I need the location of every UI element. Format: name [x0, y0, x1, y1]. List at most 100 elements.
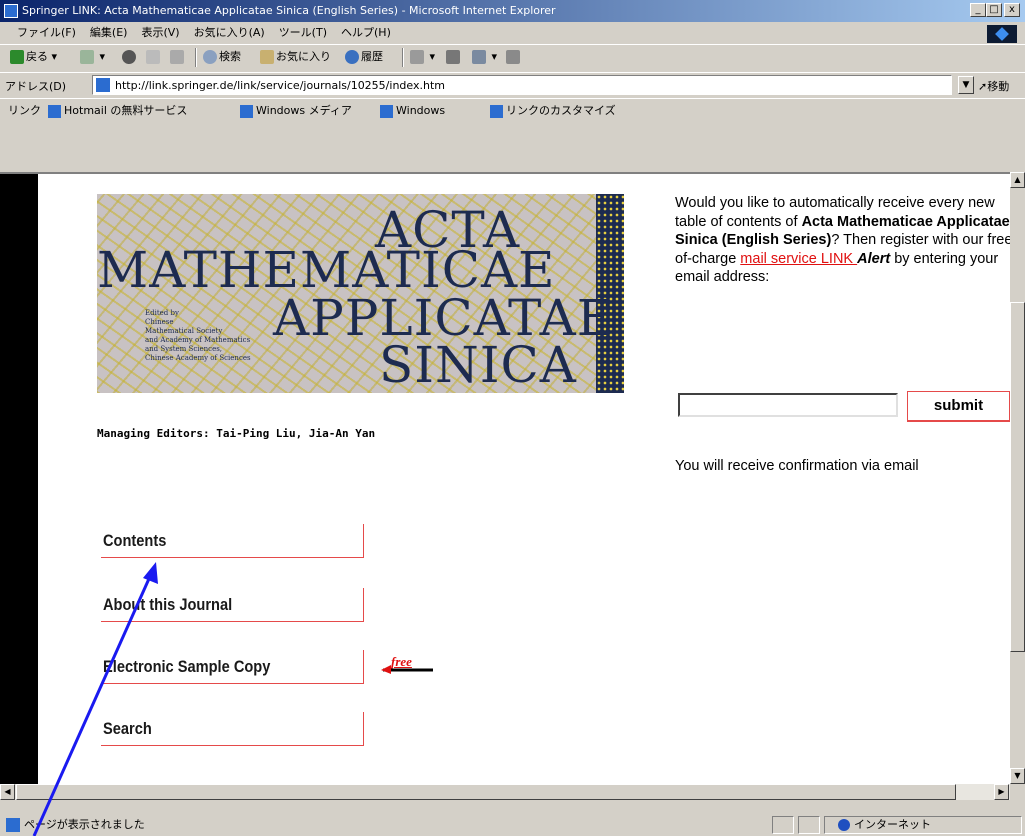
- toolbar: 戻る ▾ ▾ 検索 お気に入り 履歴 ▾ ▾: [0, 44, 1025, 70]
- address-bar: アドレス(D) http://link.springer.de/link/ser…: [0, 72, 1025, 96]
- back-label: 戻る: [26, 50, 48, 63]
- confirmation-text: You will receive confirmation via email: [675, 458, 919, 474]
- menu-help[interactable]: ヘルプ(H): [334, 22, 398, 44]
- history-icon: [345, 50, 359, 64]
- status-panel: [798, 816, 820, 834]
- history-label: 履歴: [361, 50, 383, 63]
- globe-icon: [838, 819, 850, 831]
- favorites-button[interactable]: お気に入り: [260, 45, 331, 69]
- menu-view[interactable]: 表示(V): [134, 22, 186, 44]
- page-content: ACTA MATHEMATICAE APPLICATAE SINICA Edit…: [0, 172, 1010, 784]
- address-dropdown-icon[interactable]: ▼: [958, 76, 974, 94]
- horizontal-scroll-thumb[interactable]: [16, 784, 956, 800]
- toolbar-separator: [195, 48, 197, 67]
- go-button[interactable]: ➚移動: [978, 78, 1009, 94]
- stop-button[interactable]: [122, 45, 138, 69]
- left-black-band: [0, 174, 38, 784]
- window-title: Springer LINK: Acta Mathematicae Applica…: [22, 4, 556, 17]
- link-windows[interactable]: Windows: [380, 99, 445, 123]
- edit-button[interactable]: ▾: [472, 45, 497, 69]
- nav-sample-label: Electronic Sample Copy: [103, 657, 271, 676]
- submit-button[interactable]: submit: [907, 391, 1010, 422]
- link-windows-media[interactable]: Windows メディア: [240, 99, 352, 123]
- ie-page-icon: [48, 104, 61, 118]
- stop-icon: [122, 50, 136, 64]
- favorites-label: お気に入り: [276, 50, 331, 63]
- status-text: ページが表示されました: [24, 818, 145, 831]
- link-customize[interactable]: リンクのカスタマイズ: [490, 99, 616, 123]
- link-customize-label: リンクのカスタマイズ: [506, 104, 616, 117]
- favorites-icon: [260, 50, 274, 64]
- menu-edit[interactable]: 編集(E): [83, 22, 135, 44]
- menu-tools[interactable]: ツール(T): [272, 22, 334, 44]
- ie-page-icon: [240, 104, 253, 118]
- scroll-up-icon[interactable]: ▲: [1010, 172, 1025, 188]
- links-bar: リンク Hotmail の無料サービス Windows メディア Windows…: [0, 98, 1025, 122]
- nav-about-label: About this Journal: [103, 595, 233, 614]
- alert-description: Would you like to automatically receive …: [675, 194, 1010, 287]
- address-url: http://link.springer.de/link/service/jou…: [115, 79, 445, 92]
- browser-window: Springer LINK: Acta Mathematicae Applica…: [0, 0, 1025, 836]
- close-button[interactable]: x: [1004, 3, 1020, 17]
- nav-contents-label: Contents: [103, 531, 167, 550]
- mail-button[interactable]: ▾: [410, 45, 435, 69]
- email-field[interactable]: [678, 393, 898, 417]
- vertical-scrollbar[interactable]: ▲ ▼: [1010, 172, 1025, 784]
- internet-zone: インターネット: [838, 814, 931, 836]
- home-icon: [170, 50, 184, 64]
- free-badge[interactable]: free: [381, 654, 437, 674]
- refresh-button[interactable]: [146, 45, 162, 69]
- link-windows-media-label: Windows メディア: [256, 104, 352, 117]
- ie-throbber-icon: [987, 25, 1017, 43]
- print-icon: [446, 50, 460, 64]
- scroll-down-icon[interactable]: ▼: [1010, 768, 1025, 784]
- nav-search[interactable]: Search: [101, 712, 364, 746]
- journal-banner-image: ACTA MATHEMATICAE APPLICATAE SINICA Edit…: [97, 194, 624, 393]
- search-button[interactable]: 検索: [203, 45, 241, 69]
- nav-electronic-sample-copy[interactable]: Electronic Sample Copy: [101, 650, 364, 684]
- address-input[interactable]: http://link.springer.de/link/service/jou…: [92, 75, 952, 95]
- vertical-scroll-thumb[interactable]: [1010, 302, 1025, 652]
- title-bar: Springer LINK: Acta Mathematicae Applica…: [0, 0, 1025, 22]
- history-button[interactable]: 履歴: [345, 45, 383, 69]
- ie-app-icon: [4, 4, 18, 18]
- menu-favorites[interactable]: お気に入り(A): [187, 22, 272, 44]
- back-button[interactable]: 戻る ▾: [10, 45, 57, 69]
- managing-editors: Managing Editors: Tai-Ping Liu, Jia-An Y…: [97, 427, 376, 440]
- alert-link-word[interactable]: Alert: [857, 251, 890, 267]
- zone-label: インターネット: [854, 818, 931, 831]
- scroll-right-icon[interactable]: ▶: [994, 784, 1009, 800]
- print-button[interactable]: [446, 45, 462, 69]
- home-button[interactable]: [170, 45, 186, 69]
- banner-line-sinica: SINICA: [379, 336, 577, 393]
- search-icon: [203, 50, 217, 64]
- discuss-button[interactable]: [506, 45, 522, 69]
- ie-page-icon: [490, 104, 503, 118]
- scroll-left-icon[interactable]: ◀: [0, 784, 15, 800]
- mail-service-link[interactable]: mail service LINK: [740, 251, 857, 267]
- banner-edited-by: Edited by Chinese Mathematical Society a…: [145, 309, 251, 362]
- link-hotmail[interactable]: Hotmail の無料サービス: [48, 99, 187, 123]
- menu-file[interactable]: ファイル(F): [10, 22, 83, 44]
- mail-icon: [410, 50, 424, 64]
- menu-bar: ファイル(F) 編集(E) 表示(V) お気に入り(A) ツール(T) ヘルプ(H): [0, 22, 1025, 44]
- nav-search-label: Search: [103, 719, 152, 738]
- nav-about-journal[interactable]: About this Journal: [101, 588, 364, 622]
- search-label: 検索: [219, 50, 241, 63]
- status-panel: [772, 816, 794, 834]
- horizontal-scrollbar[interactable]: ◀ ▶: [0, 784, 1010, 800]
- refresh-icon: [146, 50, 160, 64]
- maximize-button[interactable]: □: [986, 3, 1002, 17]
- minimize-button[interactable]: _: [970, 3, 986, 17]
- forward-button[interactable]: ▾: [80, 45, 105, 69]
- nav-contents[interactable]: Contents: [101, 524, 364, 558]
- back-arrow-icon: [10, 50, 24, 64]
- toolbar-separator: [402, 48, 404, 67]
- link-windows-label: Windows: [396, 104, 446, 117]
- forward-arrow-icon: [80, 50, 94, 64]
- edit-icon: [472, 50, 486, 64]
- ie-page-icon: [380, 104, 393, 118]
- links-label: リンク: [8, 104, 41, 117]
- discuss-icon: [506, 50, 520, 64]
- page-icon: [96, 78, 110, 92]
